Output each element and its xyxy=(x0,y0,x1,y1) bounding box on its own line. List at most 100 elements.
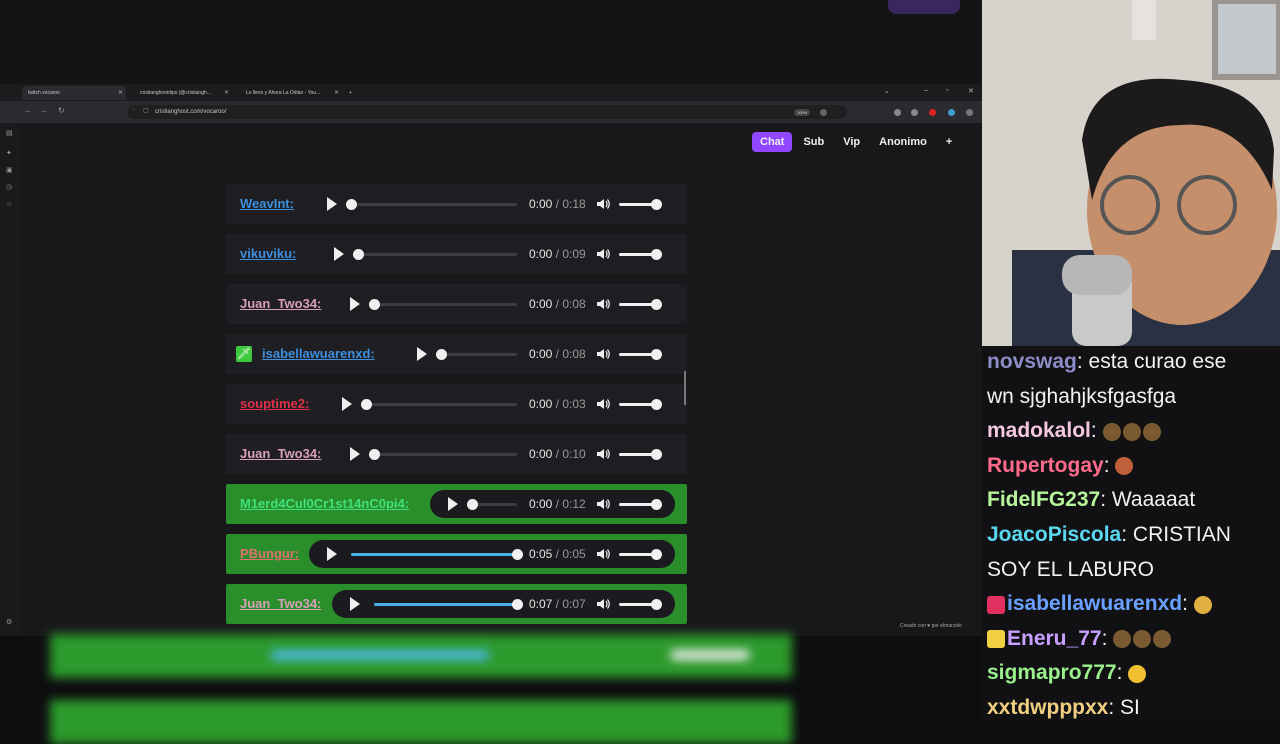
close-tab-icon[interactable]: ✕ xyxy=(334,86,339,100)
volume-slider[interactable] xyxy=(618,449,662,460)
volume-icon[interactable] xyxy=(596,498,610,510)
seek-handle[interactable] xyxy=(361,399,372,410)
seek-handle[interactable] xyxy=(368,449,380,460)
audio-player[interactable]: 0:00 / 0:10 xyxy=(331,440,675,468)
play-icon[interactable] xyxy=(349,447,360,461)
seek-handle[interactable] xyxy=(436,349,448,360)
tab-chat[interactable]: Chat xyxy=(752,132,793,152)
tab-vip[interactable]: Vip xyxy=(835,132,868,152)
play-icon[interactable] xyxy=(334,247,345,261)
volume-slider[interactable] xyxy=(618,549,662,560)
volume-slider[interactable] xyxy=(619,399,662,410)
volume-handle[interactable] xyxy=(650,199,662,210)
maximize-icon[interactable]: ▫ xyxy=(946,87,948,94)
scrollbar-thumb[interactable] xyxy=(684,371,686,405)
zoom-badge[interactable]: 100% xyxy=(794,109,811,116)
play-icon[interactable] xyxy=(349,597,360,611)
audio-player[interactable]: 0:00 / 0:18 xyxy=(308,190,675,218)
volume-icon[interactable] xyxy=(596,198,610,210)
seek-handle[interactable] xyxy=(353,249,365,260)
back-icon[interactable]: ← xyxy=(24,106,32,115)
chat-username[interactable]: madokalol xyxy=(987,419,1091,442)
volume-handle[interactable] xyxy=(650,599,662,610)
clock-icon[interactable]: ◷ xyxy=(6,183,12,191)
clip-username[interactable]: Juan_Two34: xyxy=(240,596,321,611)
extension-icon[interactable] xyxy=(929,109,936,116)
tab-youtube[interactable]: Lo llevo y Ahora La Odian - You... ✕ xyxy=(240,86,342,100)
chat-username[interactable]: Rupertogay xyxy=(987,454,1104,477)
clip-username[interactable]: Juan_Two34: xyxy=(240,446,321,461)
volume-icon[interactable] xyxy=(597,398,610,410)
reload-icon[interactable]: ↻ xyxy=(58,106,65,115)
sidebar-toggle-icon[interactable]: ▤ xyxy=(6,129,13,137)
seek-bar[interactable] xyxy=(353,249,517,260)
seek-handle[interactable] xyxy=(368,299,380,310)
clip-username[interactable]: PBungur: xyxy=(240,546,299,561)
seek-handle[interactable] xyxy=(511,549,523,560)
tab-list-icon[interactable]: ⌄ xyxy=(884,87,890,95)
extension-icon[interactable] xyxy=(911,109,918,116)
settings-icon[interactable]: ⚙ xyxy=(6,618,12,626)
audio-player[interactable]: 0:00 / 0:08 xyxy=(331,290,675,318)
minimize-icon[interactable]: – xyxy=(924,87,928,94)
play-icon[interactable] xyxy=(342,397,352,411)
volume-slider[interactable] xyxy=(618,599,662,610)
volume-handle[interactable] xyxy=(650,499,662,510)
seek-handle[interactable] xyxy=(511,599,523,610)
volume-icon[interactable] xyxy=(596,298,610,310)
tab-cristianghostdips[interactable]: cristianghostdips (@cristiangh... ✕ xyxy=(134,86,232,100)
address-bar[interactable]: ◌ ▢ cristianghost.com/vocaroo/ xyxy=(127,105,847,119)
seek-bar[interactable] xyxy=(368,449,517,460)
tab-sub[interactable]: Sub xyxy=(795,132,832,152)
volume-handle[interactable] xyxy=(650,299,662,310)
new-tab-button[interactable]: + xyxy=(346,86,360,100)
seek-bar[interactable] xyxy=(361,399,517,410)
extension-icon[interactable] xyxy=(894,109,901,116)
tab-anonimo[interactable]: Anonimo xyxy=(871,132,935,152)
volume-slider[interactable] xyxy=(618,199,662,210)
volume-handle[interactable] xyxy=(650,449,662,460)
audio-player[interactable]: 0:00 / 0:03 xyxy=(324,390,675,418)
play-icon[interactable] xyxy=(326,197,337,211)
volume-icon[interactable] xyxy=(596,348,610,360)
seek-bar[interactable] xyxy=(350,549,523,560)
menu-icon[interactable] xyxy=(966,109,973,116)
audio-player[interactable]: 0:05 / 0:05 xyxy=(308,540,675,568)
star-icon[interactable]: ☆ xyxy=(6,200,12,208)
chat-username[interactable]: xxtdwpppxx xyxy=(987,696,1108,719)
play-icon[interactable] xyxy=(417,347,428,361)
extension-icon[interactable] xyxy=(948,109,955,116)
bookmark-star-icon[interactable] xyxy=(820,109,827,116)
volume-slider[interactable] xyxy=(618,299,662,310)
clip-username[interactable]: vikuviku: xyxy=(240,246,296,261)
volume-icon[interactable] xyxy=(596,248,610,260)
play-icon[interactable] xyxy=(349,297,360,311)
chat-username[interactable]: Eneru_77 xyxy=(1007,627,1102,650)
seek-handle[interactable] xyxy=(345,199,357,210)
clip-username[interactable]: WeavInt: xyxy=(240,196,294,211)
chat-username[interactable]: isabellawuarenxd xyxy=(1007,592,1182,615)
audio-player[interactable]: 0:07 / 0:07 xyxy=(331,590,675,618)
volume-handle[interactable] xyxy=(651,399,662,410)
audio-player[interactable]: 0:00 / 0:12 xyxy=(430,490,675,518)
clip-username[interactable]: isabellawuarenxd: xyxy=(262,346,375,361)
seek-bar[interactable] xyxy=(373,599,523,610)
volume-handle[interactable] xyxy=(650,349,662,360)
seek-bar[interactable] xyxy=(368,299,517,310)
chat-username[interactable]: FidelFG237 xyxy=(987,488,1100,511)
audio-player[interactable]: 0:00 / 0:09 xyxy=(316,240,675,268)
add-tab-button[interactable]: + xyxy=(938,132,960,152)
close-tab-icon[interactable]: ✕ xyxy=(118,86,123,100)
volume-handle[interactable] xyxy=(650,249,662,260)
audio-player[interactable]: 0:00 / 0:08 xyxy=(399,340,675,368)
volume-icon[interactable] xyxy=(596,548,610,560)
volume-icon[interactable] xyxy=(596,598,610,610)
seek-handle[interactable] xyxy=(467,499,479,510)
volume-handle[interactable] xyxy=(650,549,662,560)
history-icon[interactable]: ▣ xyxy=(6,166,13,174)
chat-username[interactable]: sigmapro777 xyxy=(987,661,1117,684)
chat-username[interactable]: JoacoPiscola xyxy=(987,523,1121,546)
volume-slider[interactable] xyxy=(618,349,662,360)
seek-bar[interactable] xyxy=(467,499,517,510)
shield-icon[interactable]: ◌ xyxy=(132,107,136,113)
